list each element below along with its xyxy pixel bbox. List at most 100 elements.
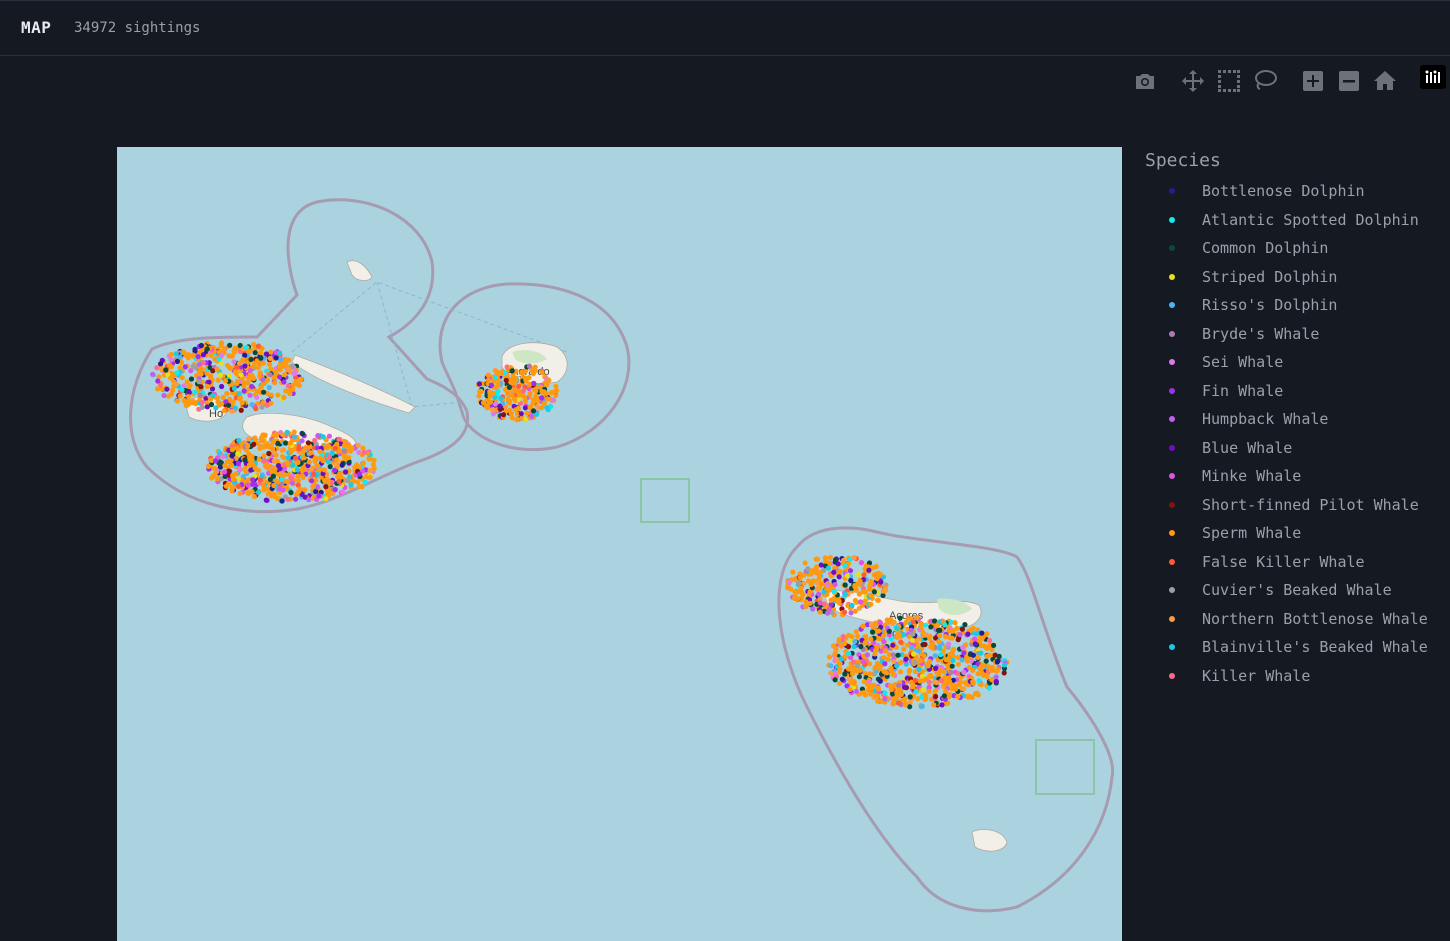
map-view[interactable]: Angra do Ho Açores da — [117, 147, 1122, 941]
legend-item[interactable]: Blue Whale — [1145, 434, 1445, 463]
sighting-point — [513, 407, 519, 413]
sighting-point — [509, 415, 515, 421]
sighting-point — [237, 467, 243, 473]
sighting-point — [486, 400, 492, 406]
legend-marker-icon — [1169, 558, 1175, 565]
box-select-icon[interactable] — [1214, 66, 1244, 96]
sighting-point — [846, 676, 852, 682]
sighting-point — [814, 580, 820, 586]
sighting-point — [862, 692, 869, 698]
legend-item[interactable]: Risso's Dolphin — [1145, 291, 1445, 320]
legend-item[interactable]: Killer Whale — [1145, 662, 1445, 691]
sighting-point — [309, 478, 315, 484]
sighting-point — [235, 451, 241, 457]
sighting-point — [174, 398, 180, 404]
sighting-point — [836, 637, 842, 643]
plotly-logo-icon[interactable] — [1420, 65, 1446, 89]
sighting-point — [166, 393, 172, 399]
legend-marker-icon — [1169, 672, 1175, 679]
legend-marker-icon — [1169, 330, 1175, 337]
legend-item[interactable]: Sperm Whale — [1145, 519, 1445, 548]
sighting-point — [212, 458, 219, 464]
legend-marker-icon — [1169, 245, 1175, 251]
legend-marker-icon — [1169, 216, 1175, 223]
legend-item[interactable]: Minke Whale — [1145, 462, 1445, 491]
legend-label: Blainville's Beaked Whale — [1202, 638, 1428, 656]
zoom-out-icon[interactable] — [1334, 66, 1364, 96]
sighting-point — [932, 688, 938, 694]
sighting-point — [877, 620, 884, 626]
sighting-point — [976, 678, 982, 684]
sighting-point — [268, 400, 274, 406]
sighting-point — [817, 569, 823, 575]
legend-item[interactable]: Bottlenose Dolphin — [1145, 177, 1445, 206]
legend-marker-icon — [1169, 615, 1175, 622]
sighting-point — [235, 483, 241, 489]
sighting-point — [964, 658, 970, 664]
legend-label: Northern Bottlenose Whale — [1202, 609, 1428, 628]
sighting-point — [916, 636, 922, 642]
legend-item[interactable]: Bryde's Whale — [1145, 320, 1445, 349]
sighting-point — [229, 408, 235, 414]
sighting-point — [254, 394, 260, 400]
home-icon[interactable] — [1370, 66, 1400, 96]
sighting-point — [810, 606, 816, 612]
sighting-point — [251, 493, 257, 500]
sighting-point — [857, 578, 863, 584]
legend-item[interactable]: Atlantic Spotted Dolphin — [1145, 206, 1445, 235]
legend-item[interactable]: Striped Dolphin — [1145, 263, 1445, 292]
sighting-point — [260, 377, 266, 383]
sighting-point — [539, 369, 545, 375]
sighting-point — [497, 370, 504, 377]
sighting-point — [247, 392, 253, 398]
sighting-point — [356, 471, 363, 477]
sighting-point — [888, 686, 895, 693]
legend-marker-icon — [1169, 644, 1175, 650]
legend-item[interactable]: False Killer Whale — [1145, 548, 1445, 577]
sighting-point — [236, 437, 242, 444]
legend-item[interactable]: Humpback Whale — [1145, 405, 1445, 434]
sighting-point — [523, 416, 529, 422]
camera-icon[interactable] — [1130, 66, 1160, 96]
sighting-point — [291, 434, 298, 440]
pan-icon[interactable] — [1178, 66, 1208, 96]
sighting-point — [882, 690, 888, 696]
sighting-point — [259, 404, 265, 410]
sighting-point — [285, 383, 291, 389]
legend-item[interactable]: Sei Whale — [1145, 348, 1445, 377]
legend-item[interactable]: Northern Bottlenose Whale — [1145, 605, 1445, 634]
legend-item[interactable]: Common Dolphin — [1145, 234, 1445, 263]
legend-item[interactable]: Blainville's Beaked Whale — [1145, 633, 1445, 662]
sighting-point — [895, 652, 901, 658]
sighting-point — [920, 687, 926, 693]
sighting-point — [961, 669, 967, 676]
sighting-point — [497, 403, 503, 409]
sighting-point — [922, 641, 928, 648]
zoom-in-icon[interactable] — [1298, 66, 1328, 96]
sighting-point — [303, 445, 309, 451]
legend-item[interactable]: Short-finned Pilot Whale — [1145, 491, 1445, 520]
sighting-point — [845, 644, 852, 650]
sighting-point — [234, 364, 240, 370]
sighting-point — [204, 346, 210, 352]
sighting-point — [257, 361, 263, 367]
sighting-point — [522, 375, 528, 381]
sighting-point — [248, 356, 254, 363]
sighting-point — [914, 615, 920, 621]
lasso-select-icon[interactable] — [1250, 66, 1280, 96]
sighting-point — [854, 668, 860, 674]
legend-marker-icon — [1169, 501, 1175, 508]
sighting-point — [155, 386, 161, 392]
legend-item[interactable]: Cuvier's Beaked Whale — [1145, 576, 1445, 605]
sighting-point — [827, 554, 833, 561]
sighting-point — [913, 689, 919, 695]
sighting-point — [1001, 670, 1007, 676]
sighting-point — [158, 361, 164, 367]
sighting-point — [846, 650, 852, 657]
sighting-point — [921, 677, 927, 683]
sighting-point — [550, 397, 556, 403]
sighting-point — [229, 462, 235, 468]
legend-item[interactable]: Fin Whale — [1145, 377, 1445, 406]
sighting-point — [939, 702, 945, 708]
sighting-point — [923, 693, 929, 699]
